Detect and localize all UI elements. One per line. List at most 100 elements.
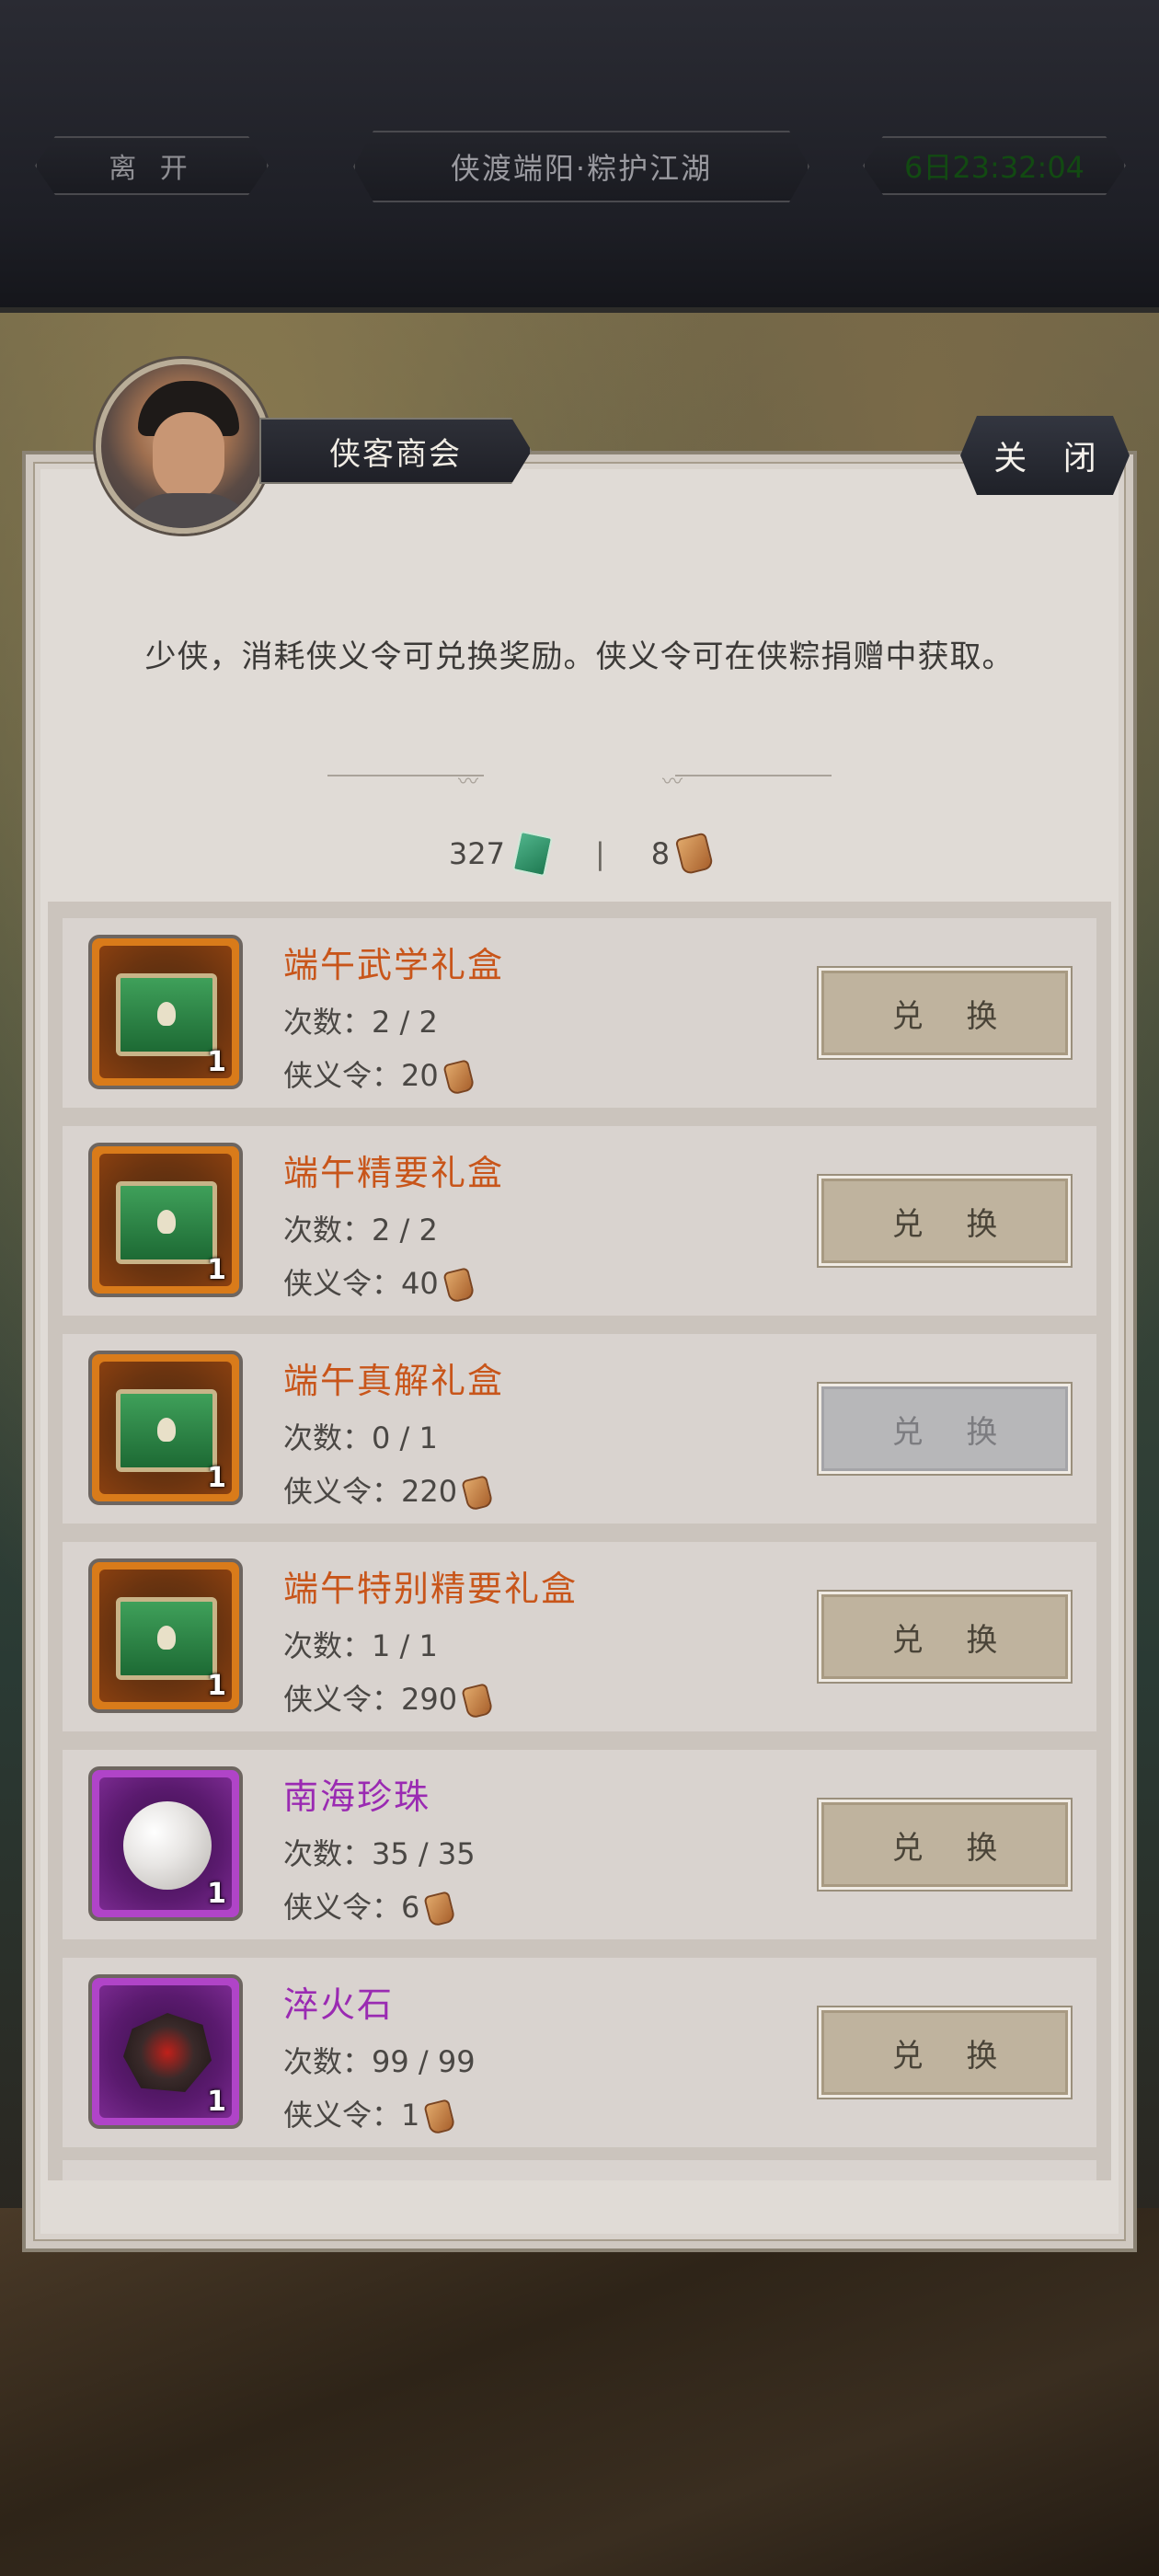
item-quantity: 1	[207, 2086, 226, 2118]
item-cost-line: 侠义令：6	[283, 1884, 457, 1927]
list-item: 1 淬火石 次数：99 / 99 侠义令：1 兑 换	[63, 1958, 1096, 2147]
item-cost: 20	[401, 1058, 439, 1093]
description-text: 少侠，消耗侠义令可兑换奖励。侠义令可在侠粽捐赠中获取。	[144, 638, 1015, 675]
item-icon-frame[interactable]: 1	[88, 1143, 243, 1297]
item-cost: 1	[401, 2098, 420, 2133]
exchange-button[interactable]: 兑 换	[817, 1798, 1073, 1892]
avatar-face	[153, 412, 224, 500]
item-cost: 290	[401, 1682, 458, 1717]
cost-label: 侠义令：	[283, 1474, 402, 1509]
divider-right	[675, 775, 832, 776]
exchange-button[interactable]: 兑 换	[817, 2006, 1073, 2099]
cost-label: 侠义令：	[283, 1890, 402, 1925]
item-icon-frame[interactable]: 1	[88, 1558, 243, 1713]
list-item-partial	[63, 2160, 1096, 2180]
gift-chest-icon	[116, 1181, 217, 1264]
exchange-button[interactable]: 兑 换	[817, 1590, 1073, 1684]
avatar-body	[118, 493, 259, 528]
list-item: 1 端午特别精要礼盒 次数：1 / 1 侠义令：290 兑 换	[63, 1542, 1096, 1731]
item-count-line: 次数：2 / 2	[283, 999, 438, 1041]
item-cost: 6	[401, 1890, 420, 1925]
item-count: 35 / 35	[372, 1836, 476, 1871]
count-label: 次数：	[283, 1005, 373, 1040]
item-name: 淬火石	[283, 1984, 395, 2025]
item-count-line: 次数：0 / 1	[283, 1415, 438, 1457]
jade-amount: 327	[448, 836, 505, 871]
xiayi-token-icon	[442, 1267, 476, 1304]
item-count: 99 / 99	[372, 2044, 476, 2079]
close-button[interactable]: 关 闭	[960, 416, 1130, 495]
item-icon-frame[interactable]: 1	[88, 1766, 243, 1921]
item-icon-frame[interactable]: 1	[88, 1974, 243, 2129]
currency-bar: 327 | 8	[0, 830, 1159, 878]
item-name: 端午武学礼盒	[283, 945, 505, 985]
item-icon-bg: 1	[99, 1154, 232, 1286]
list-item: 1 南海珍珠 次数：35 / 35 侠义令：6 兑 换	[63, 1750, 1096, 1939]
item-cost-line: 侠义令：1	[283, 2092, 457, 2135]
list-item: 1 端午真解礼盒 次数：0 / 1 侠义令：220 兑 换	[63, 1334, 1096, 1524]
count-label: 次数：	[283, 2044, 373, 2079]
item-count-line: 次数：1 / 1	[283, 1623, 438, 1665]
item-quantity: 1	[207, 1462, 226, 1494]
xiayi-token-icon	[674, 832, 715, 876]
item-icon-bg: 1	[99, 1362, 232, 1494]
xiayi-token-icon	[461, 1475, 494, 1512]
item-cost-line: 侠义令：220	[283, 1468, 494, 1512]
fire-stone-icon	[123, 2013, 212, 2092]
count-label: 次数：	[283, 1213, 373, 1248]
gift-chest-icon	[116, 1389, 217, 1472]
divider-ornament-left: 〰	[458, 771, 479, 794]
count-label: 次数：	[283, 1628, 373, 1663]
gift-chest-icon	[116, 973, 217, 1056]
item-cost-line: 侠义令：20	[283, 1052, 476, 1096]
item-count-line: 次数：2 / 2	[283, 1207, 438, 1249]
item-quantity: 1	[207, 1046, 226, 1078]
item-name: 南海珍珠	[283, 1777, 431, 1817]
item-icon-frame[interactable]: 1	[88, 935, 243, 1089]
xiayi-token-icon	[442, 1059, 476, 1096]
cost-label: 侠义令：	[283, 1266, 402, 1301]
exchange-button[interactable]: 兑 换	[817, 966, 1073, 1060]
divider-ornament-right: 〰	[662, 771, 683, 794]
item-count-line: 次数：35 / 35	[283, 1831, 476, 1873]
item-name: 端午精要礼盒	[283, 1153, 505, 1193]
item-name: 端午特别精要礼盒	[283, 1569, 579, 1609]
item-icon-bg: 1	[99, 946, 232, 1078]
xiayi-token-icon	[423, 2099, 457, 2135]
list-item: 1 端午精要礼盒 次数：2 / 2 侠义令：40 兑 换	[63, 1126, 1096, 1316]
cost-label: 侠义令：	[283, 1682, 402, 1717]
count-label: 次数：	[283, 1420, 373, 1455]
event-timer: 6日23:32:04	[863, 136, 1126, 195]
exchange-list[interactable]: 1 端午武学礼盒 次数：2 / 2 侠义令：20 兑 换 1 端午精要礼盒 次数…	[48, 902, 1111, 2180]
item-quantity: 1	[207, 1670, 226, 1702]
item-cost-line: 侠义令：40	[283, 1260, 476, 1304]
token-amount: 8	[650, 836, 671, 871]
item-count-line: 次数：99 / 99	[283, 2039, 476, 2081]
cost-label: 侠义令：	[283, 2098, 402, 2133]
xiayi-token-icon	[461, 1683, 494, 1719]
event-title: 侠渡端阳·粽护江湖	[353, 131, 809, 202]
item-count: 1 / 1	[372, 1628, 438, 1663]
item-count: 0 / 1	[372, 1420, 438, 1455]
item-cost: 40	[401, 1266, 439, 1301]
item-quantity: 1	[207, 1254, 226, 1286]
jade-token-icon	[511, 830, 554, 878]
exchange-button[interactable]: 兑 换	[817, 1174, 1073, 1268]
item-icon-bg: 1	[99, 1985, 232, 2118]
item-icon-bg: 1	[99, 1777, 232, 1910]
leave-button[interactable]: 离 开	[35, 136, 269, 195]
gift-chest-icon	[116, 1597, 217, 1680]
xiayi-token-icon	[423, 1891, 457, 1927]
item-count: 2 / 2	[372, 1213, 438, 1248]
item-icon-frame[interactable]: 1	[88, 1351, 243, 1505]
exchange-button[interactable]: 兑 换	[817, 1382, 1073, 1476]
npc-avatar	[96, 359, 270, 534]
item-cost-line: 侠义令：290	[283, 1676, 494, 1719]
pearl-icon	[123, 1801, 212, 1890]
currency-separator: |	[594, 836, 605, 871]
background-boat	[0, 2208, 1159, 2576]
item-quantity: 1	[207, 1878, 226, 1910]
item-count: 2 / 2	[372, 1005, 438, 1040]
item-cost: 220	[401, 1474, 458, 1509]
count-label: 次数：	[283, 1836, 373, 1871]
